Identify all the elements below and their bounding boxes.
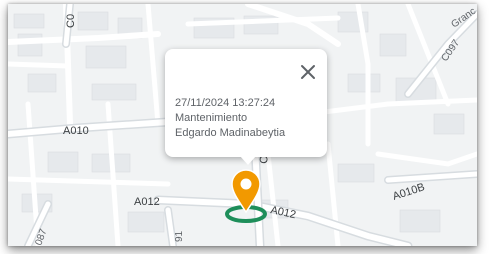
location-marker[interactable]	[224, 168, 268, 224]
popup-person: Edgardo Madinabeytia	[175, 127, 286, 139]
pin-hole	[240, 178, 252, 190]
close-button[interactable]	[299, 63, 317, 81]
map-pin-icon	[225, 169, 267, 223]
popup-content: 27/11/2024 13:27:24 Mantenimiento Edgard…	[175, 96, 285, 141]
popup-type: Mantenimiento	[175, 112, 248, 124]
road-label-a012: A012	[134, 196, 160, 208]
popup-datetime: 27/11/2024 13:27:24	[175, 97, 276, 109]
popup-tail	[240, 156, 256, 165]
info-popup: 27/11/2024 13:27:24 Mantenimiento Edgard…	[165, 49, 327, 165]
pin-body	[231, 169, 261, 214]
road-label-a010: A010	[63, 125, 89, 137]
map-frame: A010 A012 A012 A010B C097 C0 C0 087 91 G…	[8, 4, 477, 246]
close-icon	[301, 65, 315, 79]
road-label-91: 91	[174, 230, 185, 242]
road-label-c0-top: C0	[65, 14, 77, 28]
